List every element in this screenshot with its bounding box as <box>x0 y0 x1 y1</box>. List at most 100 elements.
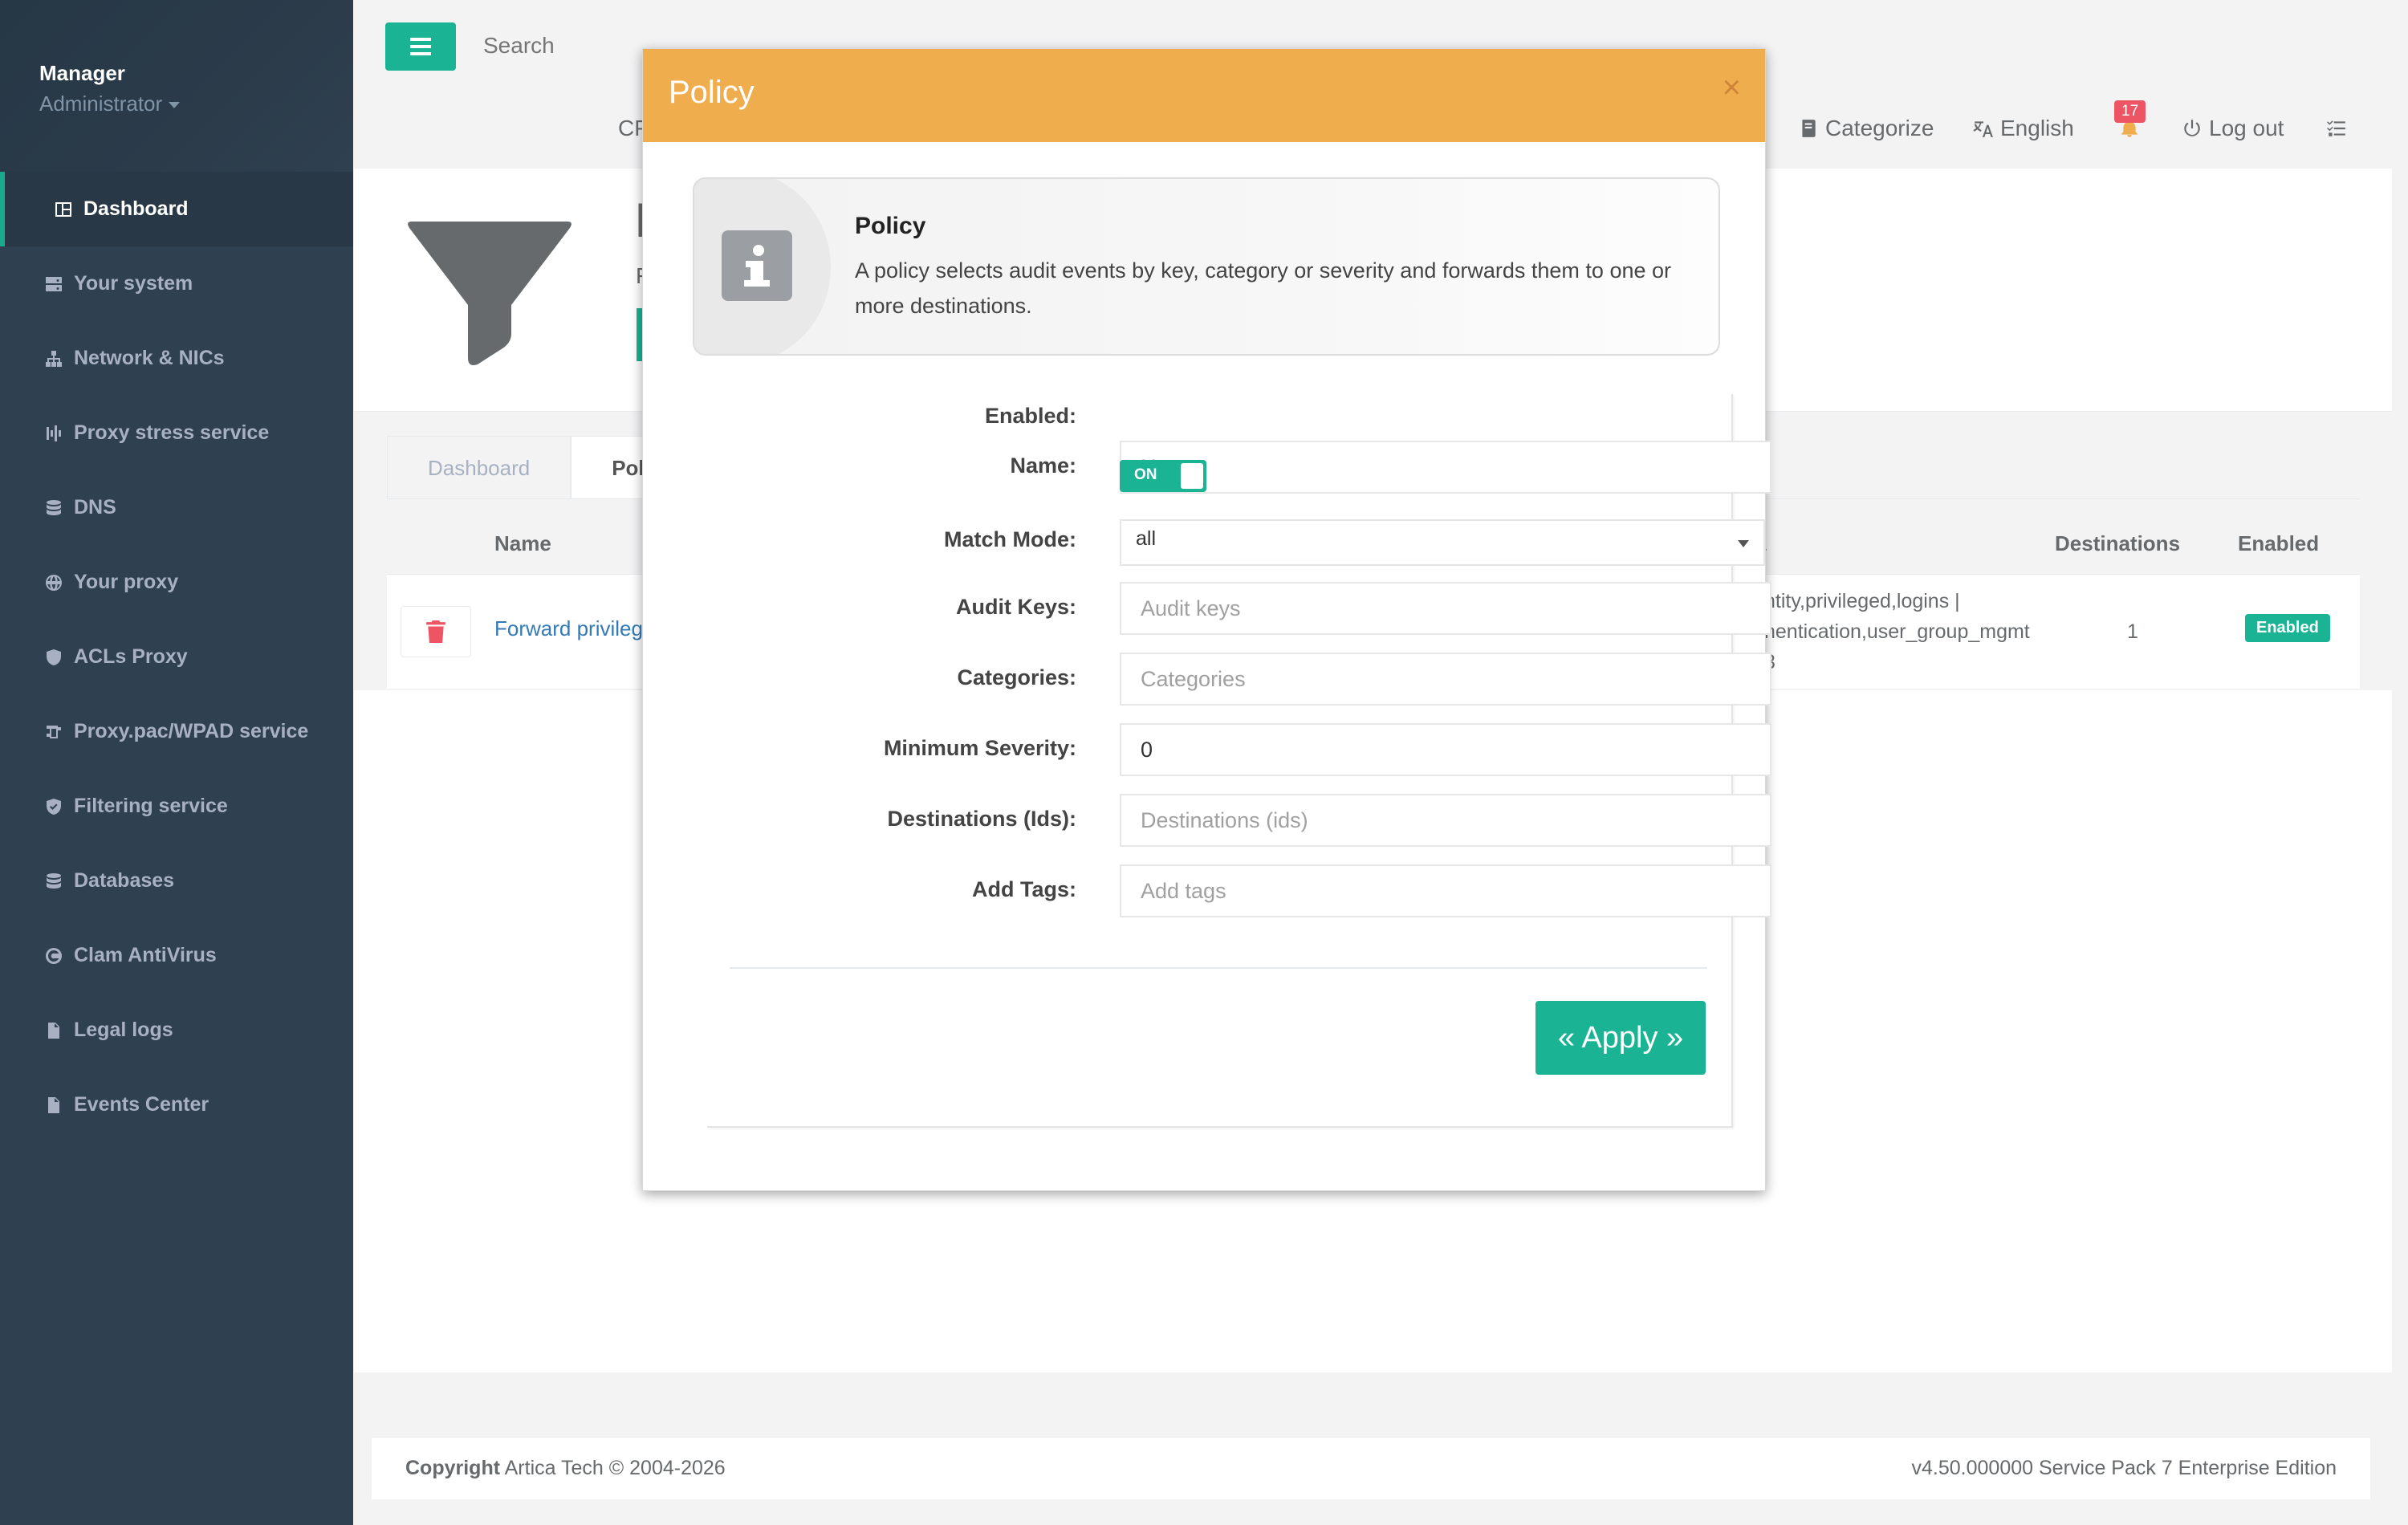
notifications-count-badge: 17 <box>2114 100 2146 123</box>
match-mode-select[interactable]: all <box>1120 519 1765 566</box>
top-nav-logout[interactable]: Log out <box>2182 112 2284 144</box>
sidebar-item-label: ACLs Proxy <box>74 645 188 668</box>
audit-keys-input[interactable] <box>1120 582 1771 635</box>
footer-copyright-text: Artica Tech © 2004-2026 <box>504 1457 726 1479</box>
top-nav-categorize[interactable]: Categorize <box>1798 112 1934 144</box>
sidebar-item-label: Your proxy <box>74 571 179 593</box>
column-header-name[interactable]: Name <box>494 531 551 556</box>
policy-modal: Policy × Policy A policy selects audit e… <box>642 48 1771 1191</box>
footer-version: v4.50.000000 Service Pack 7 Enterprise E… <box>1911 1457 2337 1479</box>
info-title: Policy <box>855 213 926 239</box>
tags-label: Add Tags: <box>972 877 1076 901</box>
close-icon[interactable]: × <box>1723 71 1741 104</box>
match-mode-label: Match Mode: <box>944 527 1076 551</box>
tasks-list-button[interactable] <box>2326 112 2353 144</box>
tags-input[interactable] <box>1120 864 1771 917</box>
sidebar-item-label: Clam AntiVirus <box>74 944 217 966</box>
sidebar-item-proxy-stress[interactable]: Proxy stress service <box>0 396 353 470</box>
info-text: A policy selects audit events by key, ca… <box>855 258 1671 318</box>
file-icon <box>42 1095 66 1116</box>
sidebar-item-dashboard[interactable]: Dashboard <box>0 172 353 246</box>
globe-icon <box>42 572 66 593</box>
top-nav-language[interactable]: English <box>1973 112 2074 144</box>
status-badge: Enabled <box>2245 614 2330 642</box>
destinations-count: 1 <box>2127 620 2138 643</box>
categories-input[interactable] <box>1120 653 1771 706</box>
server-icon <box>42 274 66 295</box>
sidebar-item-label: Filtering service <box>74 795 228 817</box>
audit-keys-label: Audit Keys: <box>955 595 1076 619</box>
min-severity-label: Minimum Severity: <box>883 736 1076 760</box>
book-icon <box>1802 120 1816 137</box>
apply-button[interactable]: « Apply » <box>1536 1001 1706 1075</box>
enabled-toggle[interactable]: ON <box>1120 460 1206 492</box>
name-input[interactable] <box>1120 441 1771 494</box>
top-nav-logout-label: Log out <box>2209 116 2284 140</box>
file-icon <box>42 1020 66 1041</box>
stress-icon <box>42 423 66 444</box>
destinations-input[interactable] <box>1120 794 1771 847</box>
dashboard-icon <box>51 199 75 220</box>
match-mode-value: all <box>1136 527 1157 550</box>
sidebar-item-legal-logs[interactable]: Legal logs <box>0 993 353 1068</box>
sidebar-item-databases[interactable]: Databases <box>0 844 353 918</box>
hamburger-icon <box>410 38 431 55</box>
sidebar-item-label: Events Center <box>74 1093 209 1116</box>
enabled-toggle-state: ON <box>1134 466 1157 483</box>
column-header-enabled[interactable]: Enabled <box>2238 531 2319 556</box>
chevron-down-icon <box>1738 540 1749 547</box>
shield-icon <box>42 647 66 668</box>
name-label: Name: <box>1010 453 1076 478</box>
profile-role-dropdown[interactable]: Administrator <box>39 92 181 116</box>
sidebar-item-dns[interactable]: DNS <box>0 470 353 545</box>
database-icon <box>42 498 66 518</box>
column-header-destinations[interactable]: Destinations <box>2055 531 2180 556</box>
modal-header: Policy × <box>643 49 1765 142</box>
toggle-knob <box>1181 463 1203 489</box>
sidebar-item-label: Databases <box>74 869 175 892</box>
shield-check-icon <box>42 796 66 817</box>
sidebar-item-filtering[interactable]: Filtering service <box>0 769 353 844</box>
categories-label: Categories: <box>957 665 1076 689</box>
caret-down-icon <box>169 102 181 109</box>
tab-dashboard[interactable]: Dashboard <box>387 436 571 499</box>
sidebar-item-network[interactable]: Network & NICs <box>0 321 353 396</box>
info-callout: Policy A policy selects audit events by … <box>693 177 1720 356</box>
sidebar-item-events-center[interactable]: Events Center <box>0 1068 353 1142</box>
database-icon <box>42 871 66 892</box>
sidebar-item-label: Legal logs <box>74 1019 173 1041</box>
top-nav-language-label: English <box>2000 116 2074 140</box>
profile-name: Manager <box>39 61 125 85</box>
sidebar-item-proxy-pac[interactable]: Proxy.pac/WPAD service <box>0 694 353 769</box>
sidebar-item-acls-proxy[interactable]: ACLs Proxy <box>0 620 353 694</box>
criteria-line-2: nentication,user_group_mgmt <box>1764 620 2030 643</box>
sidebar: Manager Administrator Dashboard Your sys… <box>0 0 353 1525</box>
criteria-line-1: ntity,privileged,logins | <box>1764 590 1960 612</box>
profile-panel: Manager Administrator <box>0 0 353 172</box>
delete-button[interactable] <box>401 606 471 657</box>
filter-funnel-icon <box>408 222 571 365</box>
profile-role-label: Administrator <box>39 92 163 116</box>
menu-toggle-button[interactable] <box>385 22 456 71</box>
virus-icon <box>42 946 66 966</box>
footer-copyright: Copyright Artica Tech © 2004-2026 <box>405 1457 726 1480</box>
min-severity-input[interactable] <box>1120 723 1771 776</box>
form-divider <box>730 967 1707 969</box>
search-input[interactable] <box>482 32 645 59</box>
info-icon <box>722 230 792 301</box>
tasks-list-icon <box>2327 120 2345 136</box>
footer: Copyright Artica Tech © 2004-2026 v4.50.… <box>372 1437 2370 1499</box>
sidebar-item-label: Proxy stress service <box>74 421 270 444</box>
scroll-icon <box>42 722 66 742</box>
trash-icon <box>426 620 445 643</box>
sidebar-item-your-proxy[interactable]: Your proxy <box>0 545 353 620</box>
footer-copyright-label: Copyright <box>405 1457 501 1479</box>
policy-name-link[interactable]: Forward privileg <box>494 616 643 641</box>
sidebar-item-clam-antivirus[interactable]: Clam AntiVirus <box>0 918 353 993</box>
sidebar-item-your-system[interactable]: Your system <box>0 246 353 321</box>
top-nav-categorize-label: Categorize <box>1825 116 1934 140</box>
modal-title: Policy <box>669 75 755 110</box>
sidebar-item-label: Proxy.pac/WPAD service <box>74 720 309 742</box>
power-icon <box>2184 120 2200 136</box>
destinations-label: Destinations (Ids): <box>887 807 1076 831</box>
